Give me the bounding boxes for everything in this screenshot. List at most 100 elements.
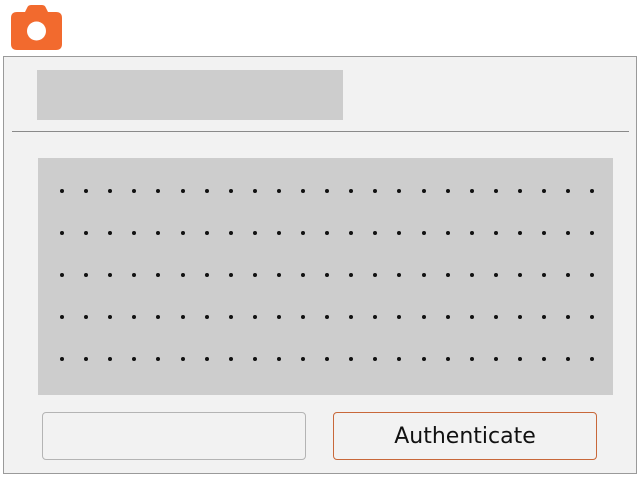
code-dot: [84, 231, 89, 235]
code-dot: [276, 189, 281, 193]
code-dot: [325, 315, 330, 319]
code-dot: [60, 189, 64, 193]
code-dot: [445, 357, 450, 361]
code-dot: [349, 315, 354, 319]
code-dot: [349, 231, 354, 235]
code-dot: [156, 273, 161, 277]
dot-code-grid: [38, 158, 613, 395]
code-dot: [252, 357, 257, 361]
code-dot: [204, 357, 209, 361]
code-dot: [493, 315, 498, 319]
divider: [12, 131, 629, 132]
code-dot: [421, 273, 426, 277]
code-dot: [325, 231, 330, 235]
secondary-button[interactable]: [42, 412, 306, 460]
code-dot: [132, 231, 137, 235]
code-dot: [60, 357, 64, 361]
code-dot: [204, 231, 209, 235]
code-dot: [469, 315, 474, 319]
code-dot: [132, 273, 137, 277]
code-dot: [84, 315, 89, 319]
authenticate-button[interactable]: Authenticate: [333, 412, 597, 460]
code-dot: [252, 315, 257, 319]
code-dot: [397, 231, 402, 235]
code-dot: [301, 231, 305, 235]
code-dot: [228, 189, 233, 193]
code-dot: [566, 231, 571, 235]
code-dot: [84, 357, 89, 361]
code-dot: [397, 357, 402, 361]
code-dot: [373, 357, 378, 361]
code-dot: [590, 273, 595, 277]
code-dot: [276, 231, 281, 235]
code-dot: [517, 357, 522, 361]
dialog-title: [37, 70, 343, 120]
code-dot: [60, 315, 64, 319]
code-dot: [517, 189, 522, 193]
code-dot: [421, 357, 426, 361]
code-dot: [373, 315, 378, 319]
code-dot: [349, 273, 354, 277]
code-dot: [542, 315, 546, 319]
code-dot: [421, 189, 426, 193]
code-dot: [108, 231, 113, 235]
code-dot: [590, 357, 595, 361]
code-dot: [445, 315, 450, 319]
code-dot: [566, 189, 571, 193]
code-dot: [349, 357, 354, 361]
code-dot: [517, 315, 522, 319]
code-dot: [590, 231, 595, 235]
code-dot: [301, 315, 305, 319]
authentication-dialog: Authenticate: [3, 56, 637, 474]
code-dot: [108, 357, 113, 361]
code-dot: [421, 315, 426, 319]
code-dot: [566, 273, 571, 277]
code-dot: [373, 189, 378, 193]
code-dot: [132, 315, 137, 319]
code-dot: [301, 273, 305, 277]
code-dot: [493, 357, 498, 361]
code-dot: [276, 357, 281, 361]
code-dot: [421, 231, 426, 235]
code-dot: [156, 357, 161, 361]
code-dot: [469, 273, 474, 277]
code-dot: [349, 189, 354, 193]
code-dot: [60, 231, 64, 235]
code-dot: [325, 189, 330, 193]
code-dot: [84, 189, 89, 193]
code-dot: [590, 315, 595, 319]
code-dot: [180, 231, 185, 235]
code-dot: [590, 189, 595, 193]
code-dot: [156, 231, 161, 235]
code-dot: [469, 357, 474, 361]
code-dot: [180, 273, 185, 277]
code-dot: [493, 273, 498, 277]
code-dot: [228, 273, 233, 277]
code-dot: [301, 189, 305, 193]
code-dot: [469, 231, 474, 235]
code-dot: [132, 357, 137, 361]
code-dot: [517, 273, 522, 277]
code-dot: [445, 231, 450, 235]
code-dot: [228, 357, 233, 361]
code-dot: [397, 189, 402, 193]
code-dot: [325, 273, 330, 277]
code-dot: [469, 189, 474, 193]
code-dot: [84, 273, 89, 277]
code-dot: [276, 315, 281, 319]
code-dot: [156, 315, 161, 319]
code-dot: [397, 315, 402, 319]
code-dot: [301, 357, 305, 361]
code-dot: [60, 273, 64, 277]
code-dot: [156, 189, 161, 193]
code-dot: [493, 231, 498, 235]
code-dot: [542, 273, 546, 277]
code-dot: [108, 273, 113, 277]
code-dot: [108, 189, 113, 193]
code-dot: [204, 273, 209, 277]
code-dot: [566, 315, 571, 319]
code-dot: [252, 231, 257, 235]
code-dot: [204, 315, 209, 319]
code-dot: [373, 231, 378, 235]
code-dot: [252, 189, 257, 193]
